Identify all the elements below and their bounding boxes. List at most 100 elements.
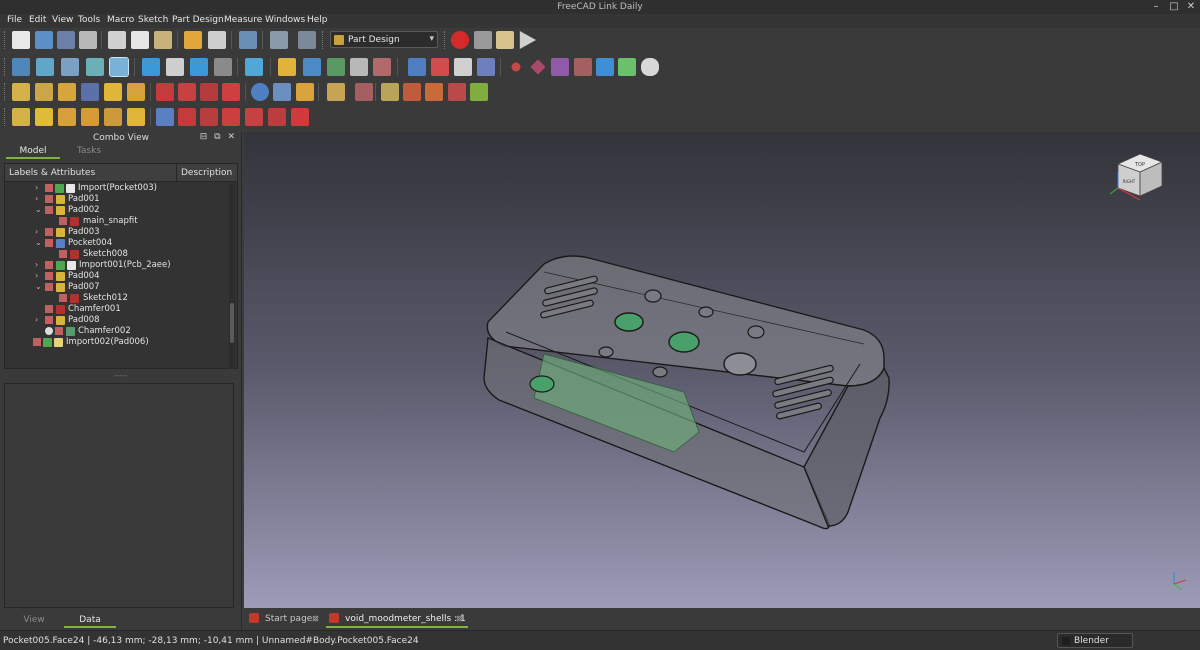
print-icon[interactable]	[79, 31, 97, 49]
record-macro-icon[interactable]	[451, 31, 469, 49]
part-origin-icon[interactable]	[373, 58, 391, 76]
visibility-icon[interactable]	[59, 294, 67, 302]
maximize-button[interactable]: □	[1168, 1, 1180, 13]
mascot-icon[interactable]	[641, 58, 659, 76]
close-tab-icon[interactable]: ⊠	[456, 614, 463, 623]
toolbar-handle[interactable]	[444, 31, 447, 49]
undo-icon[interactable]	[184, 31, 202, 49]
menu-help[interactable]: Help	[307, 15, 328, 25]
run-macro-icon[interactable]	[519, 31, 536, 49]
tree-row-pad001[interactable]: › Pad001	[5, 194, 227, 205]
fit-selection-icon[interactable]	[36, 58, 54, 76]
tab-model[interactable]: Model	[6, 143, 60, 159]
redo-icon[interactable]	[208, 31, 226, 49]
tree-row-pad007[interactable]: ⌄ Pad007	[5, 282, 227, 293]
subtractive-prism-icon[interactable]	[291, 108, 309, 126]
local-coordinate-icon[interactable]	[574, 58, 592, 76]
navigation-cube[interactable]: TOP RIGHT	[1109, 153, 1164, 201]
create-body-icon[interactable]	[408, 58, 426, 76]
visibility-icon[interactable]	[45, 283, 53, 291]
additive-loft-icon[interactable]	[58, 83, 76, 101]
toolbar-handle[interactable]	[4, 31, 7, 49]
visibility-icon[interactable]	[45, 316, 53, 324]
selection-filter-icon[interactable]	[109, 57, 129, 77]
visibility-icon[interactable]	[45, 184, 53, 192]
multi-transform-icon[interactable]	[425, 83, 443, 101]
additive-box-icon[interactable]	[127, 83, 145, 101]
make-link-icon[interactable]	[327, 58, 345, 76]
menu-macro[interactable]: Macro	[107, 15, 134, 25]
minimize-button[interactable]: –	[1150, 1, 1162, 13]
expand-arrow-icon[interactable]: ›	[35, 227, 38, 236]
create-sketch-icon[interactable]	[431, 58, 449, 76]
isometric-view-icon[interactable]	[214, 58, 232, 76]
enclosure-model[interactable]	[483, 255, 890, 530]
additive-helix-icon[interactable]	[104, 83, 122, 101]
menu-measure[interactable]: Measure	[224, 15, 262, 25]
save-icon[interactable]	[57, 31, 75, 49]
menu-sketch[interactable]: Sketch	[138, 15, 168, 25]
revolution-icon[interactable]	[35, 83, 53, 101]
tree-row-sketch008[interactable]: Sketch008	[5, 249, 227, 260]
create-part-icon[interactable]	[278, 58, 296, 76]
toolbar-handle[interactable]	[4, 58, 7, 76]
tree-row-pad002[interactable]: ⌄ Pad002	[5, 205, 227, 216]
edit-macro-icon[interactable]	[496, 31, 514, 49]
column-description[interactable]: Description	[176, 164, 232, 182]
menu-tools[interactable]: Tools	[78, 15, 100, 25]
shape-binder-icon[interactable]	[477, 58, 495, 76]
tree-row-pad004[interactable]: › Pad004	[5, 271, 227, 282]
draw-style-icon[interactable]	[61, 58, 79, 76]
tab-start-page[interactable]: Start page ⊠	[246, 610, 322, 628]
bounding-box-icon[interactable]	[86, 58, 104, 76]
expand-arrow-icon[interactable]: ›	[35, 183, 38, 192]
additive-torus-icon[interactable]	[104, 108, 122, 126]
subtractive-loft-icon[interactable]	[222, 83, 240, 101]
tree-row-chamfer001[interactable]: Chamfer001	[5, 304, 227, 315]
restore-panel-icon[interactable]: ⧉	[214, 132, 220, 142]
subtractive-ellipsoid-icon[interactable]	[245, 108, 263, 126]
fillet-icon[interactable]	[327, 83, 345, 101]
datum-plane-icon[interactable]	[551, 58, 569, 76]
tree-row-pad008[interactable]: › Pad008	[5, 315, 227, 326]
sub-shape-binder-icon[interactable]	[596, 58, 614, 76]
measure-icon[interactable]	[245, 58, 263, 76]
expand-arrow-icon[interactable]: ›	[35, 260, 38, 269]
thickness-icon[interactable]	[403, 83, 421, 101]
subtractive-sphere-icon[interactable]	[200, 108, 218, 126]
tree-row-import001[interactable]: › Import001(Pcb_2aee)	[5, 260, 227, 271]
visibility-icon[interactable]	[45, 195, 53, 203]
visibility-icon[interactable]	[59, 217, 67, 225]
boolean-icon[interactable]	[251, 83, 269, 101]
float-panel-icon[interactable]: ⊟	[200, 132, 208, 142]
tree-row-main-snapfit[interactable]: main_snapfit	[5, 216, 227, 227]
refresh-icon[interactable]	[270, 31, 288, 49]
clone-icon[interactable]	[618, 58, 636, 76]
collapse-arrow-icon[interactable]: ⌄	[35, 282, 42, 291]
toolbar-handle[interactable]	[4, 83, 7, 101]
new-document-icon[interactable]	[12, 31, 30, 49]
additive-sphere-icon[interactable]	[35, 108, 53, 126]
datum-line-icon[interactable]	[530, 59, 546, 75]
additive-cylinder-icon[interactable]	[12, 108, 30, 126]
menu-file[interactable]: File	[7, 15, 22, 25]
subtractive-cylinder-icon[interactable]	[178, 108, 196, 126]
datum-point-icon[interactable]	[511, 62, 521, 72]
additive-pipe-icon[interactable]	[81, 83, 99, 101]
close-panel-icon[interactable]: ✕	[227, 132, 235, 142]
visibility-icon[interactable]	[45, 261, 53, 269]
navigation-style-selector[interactable]: Blender	[1057, 633, 1133, 648]
menu-view[interactable]: View	[52, 15, 73, 25]
visibility-icon[interactable]	[45, 272, 53, 280]
subtractive-cone-icon[interactable]	[222, 108, 240, 126]
recompute-check-icon[interactable]	[239, 31, 257, 49]
fit-all-icon[interactable]	[12, 58, 30, 76]
tree-row-import-pocket003[interactable]: › Import(Pocket003)	[5, 183, 227, 194]
scrollbar-thumb[interactable]	[230, 303, 234, 343]
cut-icon[interactable]	[108, 31, 126, 49]
whats-this-icon[interactable]	[298, 31, 316, 49]
subtractive-torus-icon[interactable]	[268, 108, 286, 126]
pocket-icon[interactable]	[156, 83, 174, 101]
close-tab-icon[interactable]: ⊠	[312, 614, 319, 623]
expand-arrow-icon[interactable]: ›	[35, 315, 38, 324]
